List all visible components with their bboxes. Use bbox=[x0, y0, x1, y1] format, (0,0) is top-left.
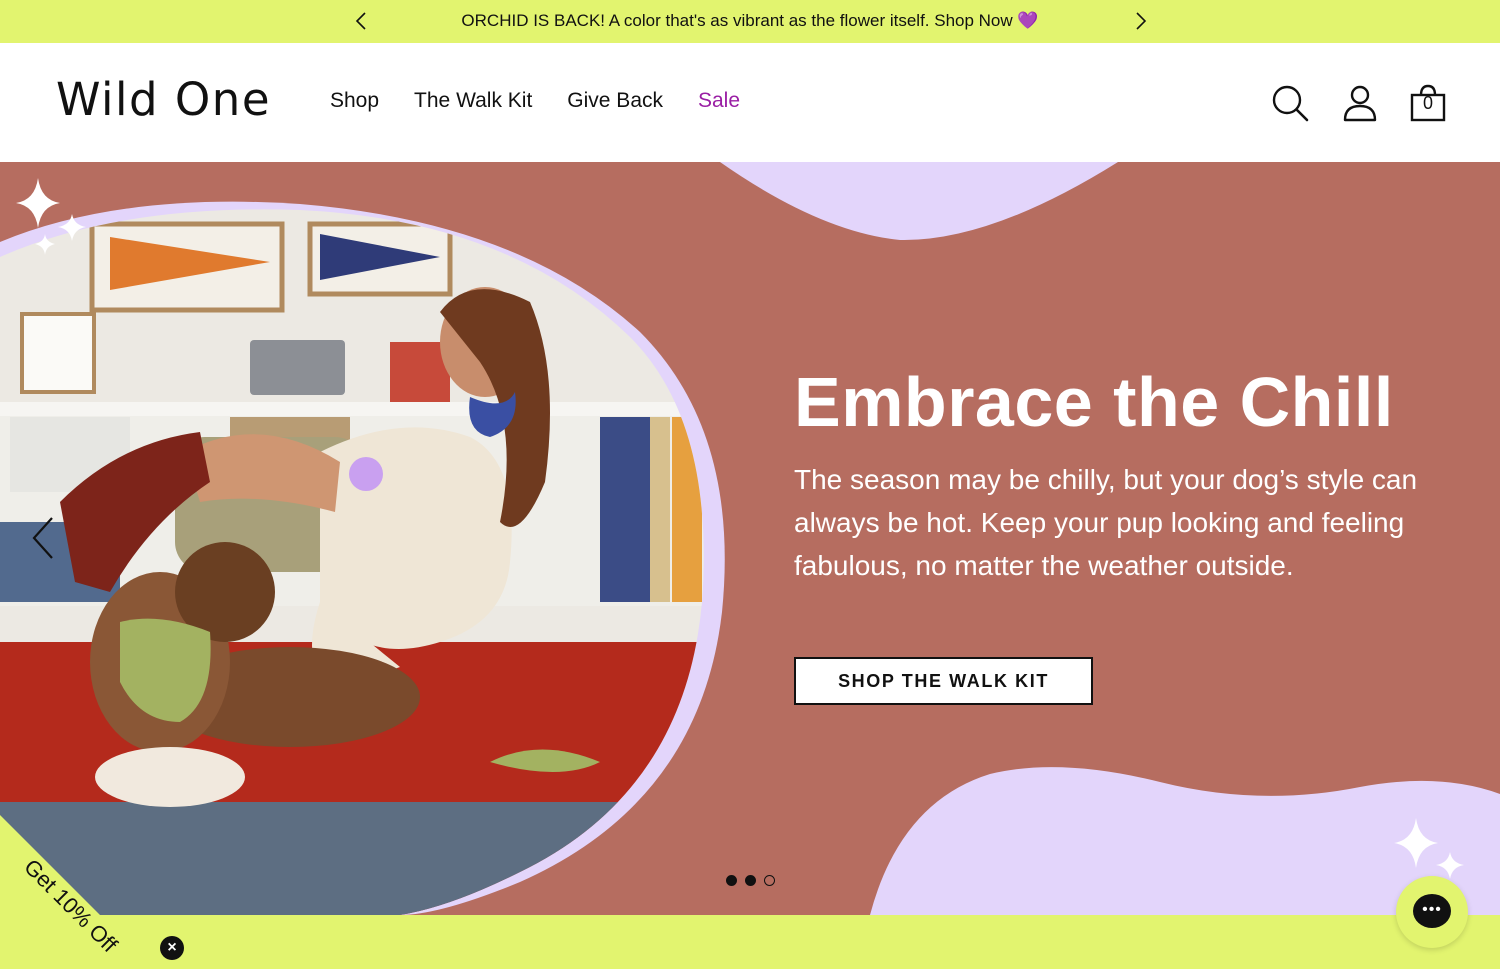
nav-item-sale[interactable]: Sale bbox=[698, 89, 740, 113]
hero-title: Embrace the Chill bbox=[794, 363, 1394, 441]
hero-prev-arrow-icon[interactable] bbox=[28, 514, 58, 562]
nav-item-give-back[interactable]: Give Back bbox=[567, 89, 663, 113]
announcement-text[interactable]: ORCHID IS BACK! A color that's as vibran… bbox=[0, 0, 1500, 43]
cart-icon[interactable]: 0 bbox=[1408, 83, 1448, 123]
slide-dot-3-active[interactable] bbox=[764, 875, 775, 886]
search-icon[interactable] bbox=[1270, 83, 1310, 123]
hero-photo bbox=[0, 209, 704, 915]
discount-tab[interactable] bbox=[0, 815, 160, 969]
chat-widget-button[interactable]: ••• bbox=[1396, 876, 1468, 948]
nav-item-walk-kit[interactable]: The Walk Kit bbox=[414, 89, 532, 113]
cart-count: 0 bbox=[1422, 93, 1433, 113]
slide-dots bbox=[726, 875, 775, 886]
logo[interactable]: Wild One bbox=[56, 73, 271, 126]
shop-walk-kit-button[interactable]: SHOP THE WALK KIT bbox=[794, 657, 1093, 705]
bottom-strip bbox=[0, 915, 1500, 969]
site-header: Wild One Shop The Walk Kit Give Back Sal… bbox=[0, 43, 1500, 162]
nav-item-shop[interactable]: Shop bbox=[330, 89, 379, 113]
chat-bubble-icon: ••• bbox=[1413, 894, 1451, 928]
announcement-bar: ORCHID IS BACK! A color that's as vibran… bbox=[0, 0, 1500, 43]
announcement-next-arrow-icon[interactable] bbox=[1129, 10, 1151, 32]
hero-description: The season may be chilly, but your dog’s… bbox=[794, 464, 1418, 581]
slide-dot-2[interactable] bbox=[745, 875, 756, 886]
hero-banner: Embrace the Chill The season may be chil… bbox=[0, 162, 1500, 915]
discount-close-icon[interactable]: × bbox=[160, 936, 184, 960]
account-icon[interactable] bbox=[1340, 83, 1380, 123]
slide-dot-1[interactable] bbox=[726, 875, 737, 886]
main-nav: Shop The Walk Kit Give Back Sale bbox=[330, 89, 775, 113]
